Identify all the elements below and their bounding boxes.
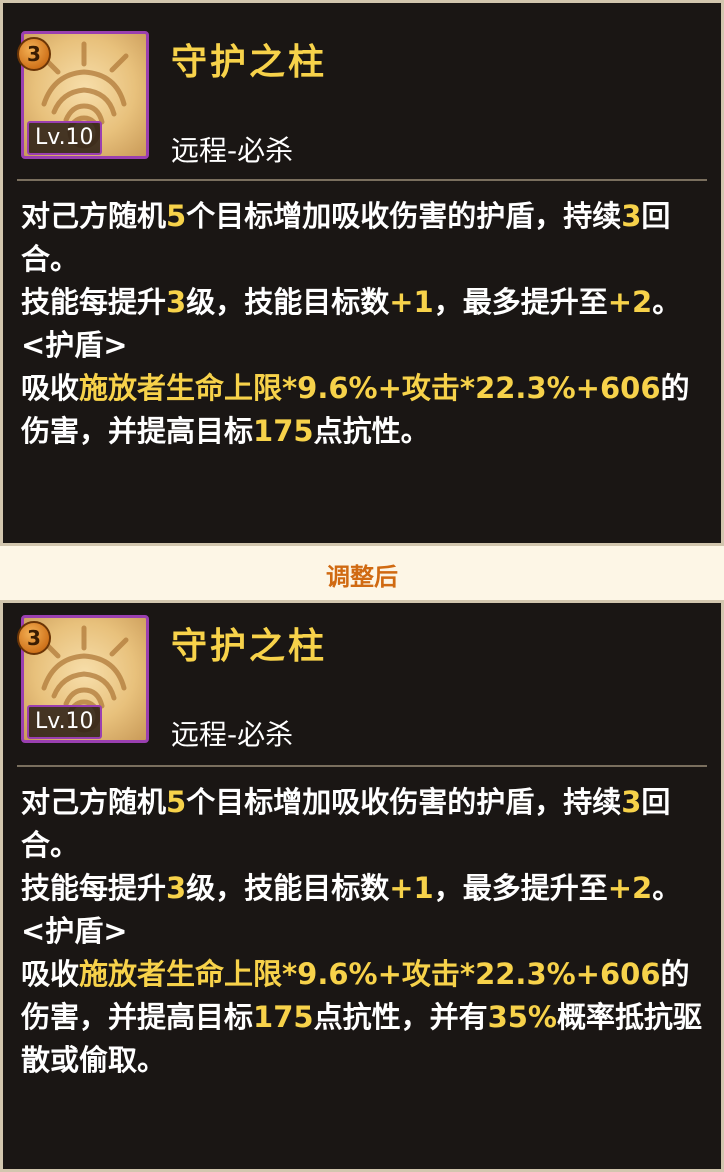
skill-description: 对己方随机5个目标增加吸收伤害的护盾，持续3回合。 技能每提升3级，技能目标数+…: [3, 181, 721, 453]
skill-name: 守护之柱: [171, 626, 328, 667]
desc-line-upgrade: 技能每提升3级，技能目标数+1，最多提升至+2。: [21, 871, 682, 905]
skill-type: 远程-必杀: [171, 718, 294, 751]
skill-card-before: 3 Lv.10 守护之柱 远程-必杀 对己方随机5个目标增加吸收伤害的护盾，持续…: [0, 0, 724, 546]
desc-line-shield-tag: <护盾>: [21, 914, 128, 948]
desc-line-targets: 对己方随机5个目标增加吸收伤害的护盾，持续3回合。: [21, 199, 671, 276]
rank-badge-icon: 3: [17, 37, 51, 71]
desc-line-shield-tag: <护盾>: [21, 328, 128, 362]
skill-level: Lv.10: [27, 705, 102, 739]
desc-line-absorb: 吸收施放者生命上限*9.6%+攻击*22.3%+606的伤害，并提高目标175点…: [21, 371, 690, 448]
desc-line-absorb: 吸收施放者生命上限*9.6%+攻击*22.3%+606的伤害，并提高目标175点…: [21, 957, 703, 1077]
rank-badge-icon: 3: [17, 621, 51, 655]
section-label-adjusted: 调整后: [326, 562, 398, 591]
skill-name: 守护之柱: [171, 42, 328, 83]
skill-header: 3 Lv.10 守护之柱 远程-必杀: [3, 3, 721, 179]
skill-level: Lv.10: [27, 121, 102, 155]
skill-description: 对己方随机5个目标增加吸收伤害的护盾，持续3回合。 技能每提升3级，技能目标数+…: [3, 767, 721, 1082]
desc-line-targets: 对己方随机5个目标增加吸收伤害的护盾，持续3回合。: [21, 785, 671, 862]
skill-card-after: 3 Lv.10 守护之柱 远程-必杀 对己方随机5个目标增加吸收伤害的护盾，持续…: [0, 600, 724, 1172]
desc-line-upgrade: 技能每提升3级，技能目标数+1，最多提升至+2。: [21, 285, 682, 319]
skill-type: 远程-必杀: [171, 134, 294, 167]
skill-header: 3 Lv.10 守护之柱 远程-必杀: [3, 603, 721, 779]
